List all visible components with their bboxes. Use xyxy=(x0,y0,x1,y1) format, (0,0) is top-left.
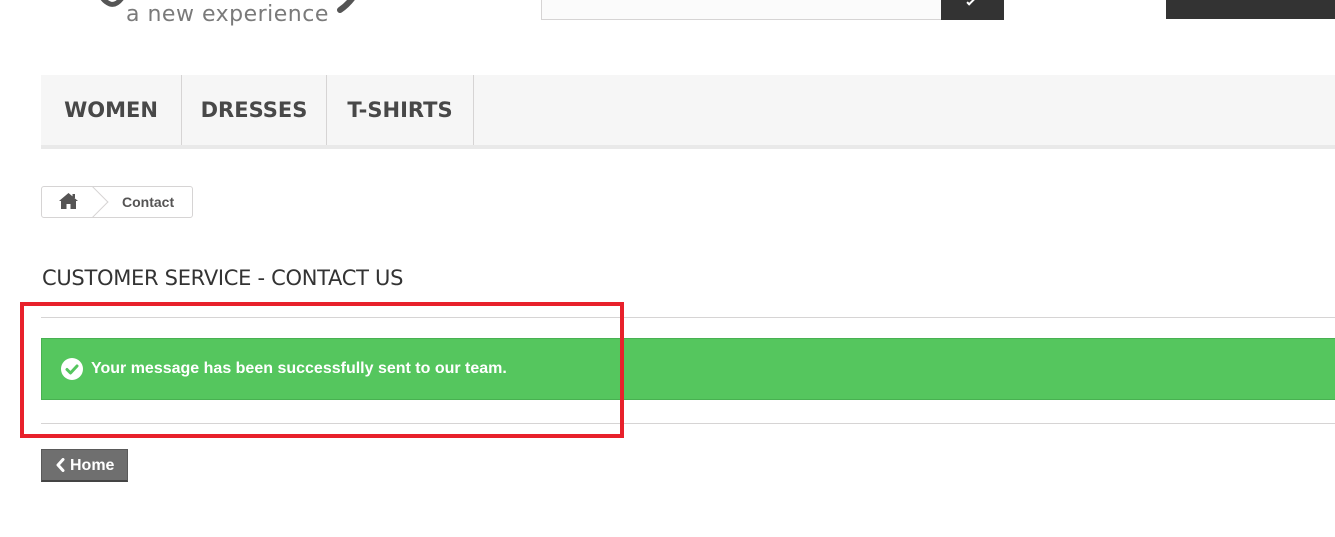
breadcrumb: Contact xyxy=(41,186,193,218)
menu-item-women[interactable]: WOMEN xyxy=(41,75,182,145)
top-menu: WOMEN DRESSES T-SHIRTS xyxy=(41,75,1335,149)
menu-item-dresses[interactable]: DRESSES xyxy=(182,75,327,145)
breadcrumb-current: Contact xyxy=(122,194,175,210)
home-icon xyxy=(59,193,78,209)
page-title: CUSTOMER SERVICE - CONTACT US xyxy=(42,266,404,290)
search-input[interactable] xyxy=(541,0,942,20)
search-icon xyxy=(966,0,978,6)
logo-tagline: a new experience xyxy=(126,2,329,27)
highlight-annotation-box xyxy=(20,302,624,438)
search-button[interactable] xyxy=(941,0,1004,20)
menu-item-tshirts[interactable]: T-SHIRTS xyxy=(327,75,474,145)
home-button-label: Home xyxy=(70,457,115,474)
cart-button[interactable] xyxy=(1166,0,1335,19)
home-button[interactable]: Home xyxy=(41,449,128,482)
site-logo[interactable]: a new experience xyxy=(90,0,420,32)
chevron-left-icon xyxy=(56,458,65,472)
